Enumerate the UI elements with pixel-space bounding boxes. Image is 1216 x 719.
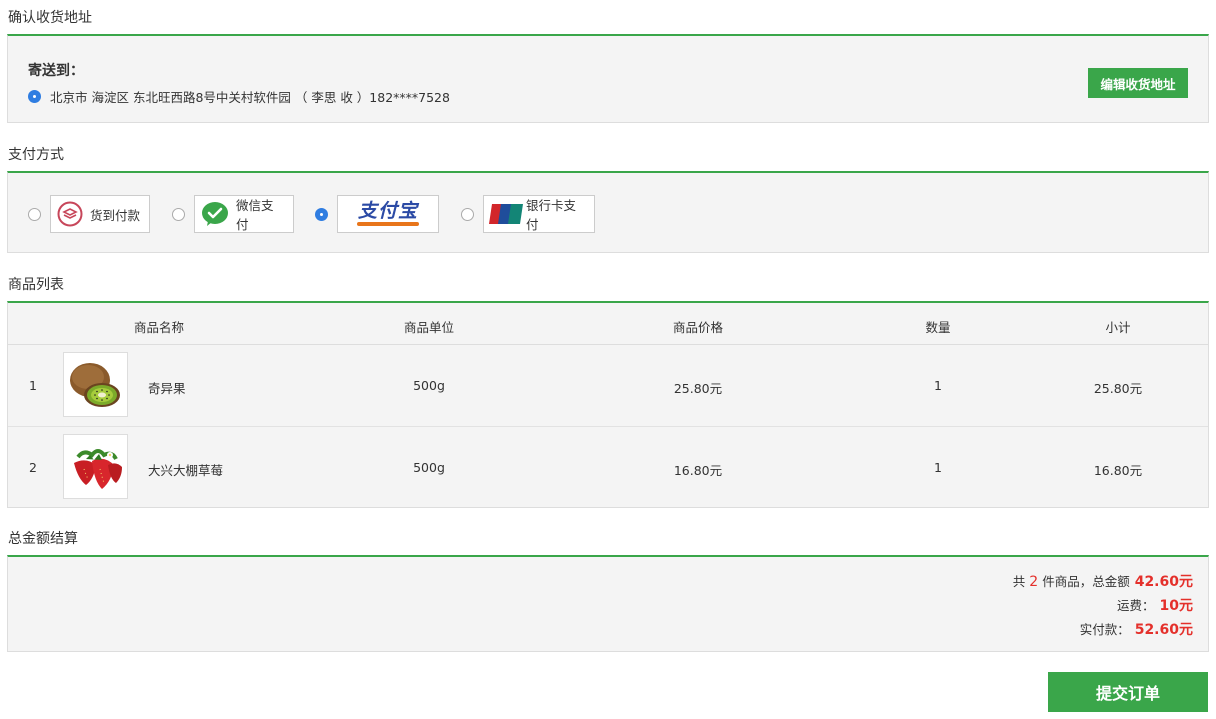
pay-amount: 52.60元	[1134, 622, 1193, 638]
payment-option-wechat[interactable]: 微信支付	[172, 195, 294, 233]
payment-box-alipay[interactable]: 支付宝	[337, 195, 439, 233]
address-panel: 寄送到： 北京市 海淀区 东北旺西路8号中关村软件园 （ 李思 收 ）182**…	[7, 34, 1209, 123]
edit-address-button[interactable]: 编辑收货地址	[1088, 68, 1188, 98]
column-header-subtotal: 小计	[1105, 320, 1131, 335]
item-count: 2	[1029, 574, 1039, 590]
product-unit: 500g	[413, 378, 445, 393]
column-header-price: 商品价格	[672, 320, 724, 335]
address-text: 北京市 海淀区 东北旺西路8号中关村软件园 （ 李思 收 ）182****752…	[50, 90, 450, 105]
payment-radio-unionpay[interactable]	[461, 207, 474, 221]
shipping-amount: 10元	[1159, 598, 1193, 614]
payment-box-unionpay[interactable]: 银行卡支付	[483, 195, 595, 233]
count-prefix: 共	[1012, 574, 1026, 589]
product-name[interactable]: 奇异果	[148, 378, 186, 397]
address-option[interactable]: 北京市 海淀区 东北旺西路8号中关村软件园 （ 李思 收 ）182****752…	[28, 87, 450, 106]
pay-label: 实付款：	[1079, 622, 1130, 637]
product-name[interactable]: 大兴大棚草莓	[148, 460, 223, 479]
product-list-section-title: 商品列表	[8, 277, 64, 293]
table-header: 商品名称 商品单位 商品价格 数量 小计	[8, 303, 1208, 345]
product-qty: 1	[934, 378, 942, 393]
payment-radio-alipay[interactable]	[315, 207, 328, 221]
product-subtotal: 16.80元	[1093, 463, 1143, 478]
product-table: 商品名称 商品单位 商品价格 数量 小计 1 奇异果 500g 25.80元 1…	[7, 301, 1209, 508]
total-section-title: 总金额结算	[8, 531, 78, 547]
column-header-unit: 商品单位	[403, 320, 455, 335]
payment-label-wechat: 微信支付	[236, 198, 274, 232]
unionpay-icon	[489, 203, 523, 225]
table-row: 2 大兴大棚草莓 500g 16.80元 1 16.80元	[8, 426, 1208, 507]
address-radio[interactable]	[28, 90, 41, 103]
payment-option-cod[interactable]: 货到付款	[28, 195, 150, 233]
item-count-line: 共 2 件商品，总金额 42.60元	[1013, 571, 1193, 591]
column-header-qty: 数量	[925, 320, 951, 335]
payment-label-unionpay: 银行卡支付	[526, 198, 577, 232]
column-header-name: 商品名称	[133, 320, 185, 335]
payment-label-cod: 货到付款	[90, 207, 141, 223]
product-qty: 1	[934, 460, 942, 475]
strawberry-image[interactable]	[63, 434, 128, 499]
payment-option-alipay[interactable]: 支付宝	[315, 195, 439, 233]
shipping-label: 运费：	[1117, 598, 1155, 613]
payment-section-title: 支付方式	[8, 147, 64, 163]
product-price: 16.80元	[673, 463, 723, 478]
product-price: 25.80元	[673, 381, 723, 396]
payment-box-wechat[interactable]: 微信支付	[194, 195, 294, 233]
payment-panel: 货到付款 微信支付 支付宝 银行卡支付	[7, 171, 1209, 253]
shipping-line: 运费： 10元	[1117, 595, 1193, 615]
total-amount: 42.60元	[1134, 574, 1193, 590]
payment-box-cod[interactable]: 货到付款	[50, 195, 150, 233]
total-panel: 共 2 件商品，总金额 42.60元 运费： 10元 实付款： 52.60元	[7, 555, 1209, 652]
row-index: 1	[29, 378, 37, 393]
payment-radio-wechat[interactable]	[172, 207, 185, 221]
pay-amount-line: 实付款： 52.60元	[1080, 619, 1193, 639]
alipay-logo: 支付宝	[357, 202, 419, 226]
product-unit: 500g	[413, 460, 445, 475]
ship-to-label: 寄送到：	[28, 63, 84, 79]
kiwi-fruit-image[interactable]	[63, 352, 128, 417]
submit-order-button[interactable]: 提交订单	[1048, 672, 1208, 712]
row-index: 2	[29, 460, 37, 475]
payment-radio-cod[interactable]	[28, 207, 41, 221]
wechat-pay-icon	[201, 201, 229, 227]
count-suffix: 件商品，总金额	[1042, 574, 1130, 589]
address-section-title: 确认收货地址	[8, 10, 92, 26]
cash-on-delivery-icon	[57, 201, 83, 227]
payment-option-unionpay[interactable]: 银行卡支付	[461, 195, 595, 233]
table-row: 1 奇异果 500g 25.80元 1 25.80元	[8, 345, 1208, 426]
product-subtotal: 25.80元	[1093, 381, 1143, 396]
